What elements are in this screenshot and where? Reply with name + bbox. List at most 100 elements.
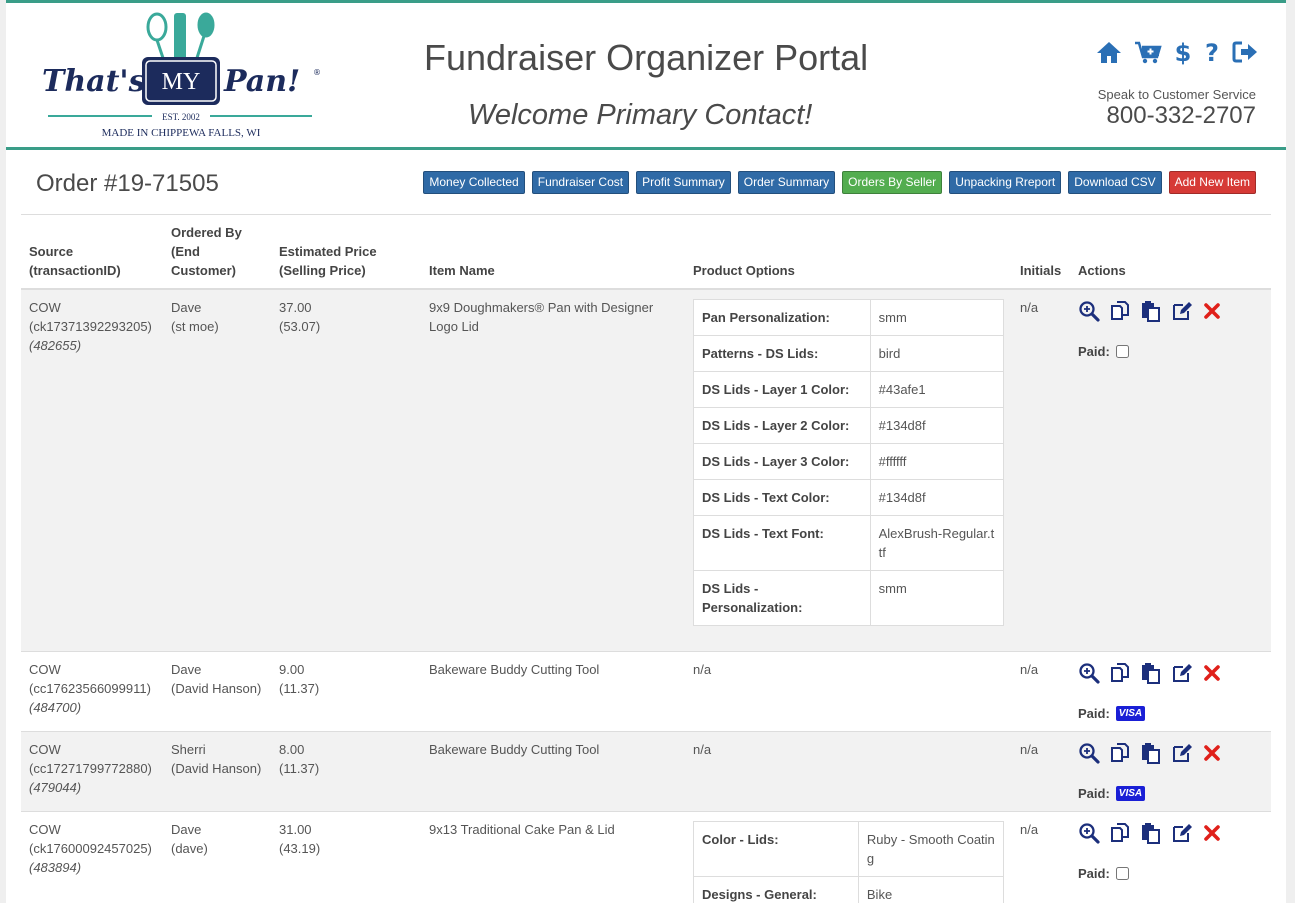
view-details-icon[interactable]	[1078, 300, 1100, 322]
copy-icon[interactable]	[1109, 300, 1131, 322]
table-row: COW (cc17623566099911) (484700) Dave (David …	[21, 651, 1271, 732]
paid-checkbox[interactable]	[1115, 345, 1129, 358]
cell-product-options: n/a	[685, 651, 1012, 732]
estimated-price: 37.00	[279, 300, 312, 315]
product-option-value: smm	[869, 570, 1005, 626]
help-icon[interactable]: ?	[1204, 39, 1220, 70]
order-item-id: (479044)	[29, 780, 82, 795]
product-option-row: Color - Lids: Ruby - Smooth Coating	[693, 821, 1005, 877]
product-option-name: DS Lids - Layer 3 Color:	[693, 443, 871, 480]
initials-value: n/a	[1020, 822, 1039, 837]
product-option-row: Pan Personalization: smm	[693, 299, 1005, 336]
source-name: COW	[29, 822, 61, 837]
logout-icon[interactable]	[1232, 40, 1258, 69]
order-title: Order #19-71505	[36, 170, 219, 197]
cell-actions: Paid: VISA	[1070, 651, 1271, 732]
table-row: COW (cc17271799772880) (479044) Sherri (Davi…	[21, 731, 1271, 812]
welcome-message: Welcome Primary Contact!	[468, 99, 813, 131]
delete-icon[interactable]	[1202, 663, 1222, 683]
view-details-icon[interactable]	[1078, 742, 1100, 764]
cell-price: 31.00 (43.19)	[271, 811, 421, 903]
column-header-initials[interactable]: Initials	[1012, 214, 1070, 290]
paste-icon[interactable]	[1140, 662, 1162, 684]
copy-icon[interactable]	[1109, 662, 1131, 684]
product-option-row: DS Lids - Text Color: #134d8f	[693, 479, 1005, 516]
estimated-price: 8.00	[279, 742, 305, 757]
cart-add-icon[interactable]	[1134, 40, 1162, 69]
edit-icon[interactable]	[1171, 300, 1193, 322]
portal-title: Fundraiser Organizer Portal	[424, 37, 869, 78]
unpacking-report-button[interactable]: Unpacking Rreport	[949, 171, 1062, 194]
transaction-id: (cc17623566099911)	[29, 681, 151, 696]
delete-icon[interactable]	[1202, 743, 1222, 763]
home-icon[interactable]	[1096, 40, 1122, 69]
add-new-item-button[interactable]: Add New Item	[1168, 171, 1256, 194]
item-name: Bakeware Buddy Cutting Tool	[429, 662, 600, 677]
customer-service-label: Speak to Customer Service	[1097, 87, 1256, 102]
selling-price: (11.37)	[279, 681, 320, 696]
column-header-ordered-by[interactable]: Ordered By (End Customer)	[163, 214, 271, 290]
product-option-value: Bike	[857, 876, 1005, 903]
source-name: COW	[29, 662, 61, 677]
product-option-name: DS Lids - Text Color:	[693, 479, 871, 516]
delete-icon[interactable]	[1202, 301, 1222, 321]
order-item-id: (483894)	[29, 860, 82, 875]
edit-icon[interactable]	[1171, 742, 1193, 764]
svg-text:$: $	[1175, 39, 1192, 65]
paste-icon[interactable]	[1140, 742, 1162, 764]
edit-icon[interactable]	[1171, 822, 1193, 844]
product-option-name: DS Lids - Layer 1 Color:	[693, 371, 871, 408]
product-options-text: n/a	[693, 742, 712, 757]
svg-text:®: ®	[313, 68, 321, 77]
money-collected-button[interactable]: Money Collected	[423, 171, 525, 194]
view-details-icon[interactable]	[1078, 662, 1100, 684]
download-csv-button[interactable]: Download CSV	[1068, 171, 1162, 194]
product-options-table: Color - Lids: Ruby - Smooth Coating Design…	[693, 821, 1005, 903]
column-header-item-name[interactable]: Item Name	[421, 214, 685, 290]
column-header-price[interactable]: Estimated Price (Selling Price)	[271, 214, 421, 290]
orders-table-wrap: Source (transactionID) Ordered By (End C…	[21, 214, 1271, 903]
customer-service-phone[interactable]: 800-332-2707	[1107, 102, 1256, 130]
profit-summary-button[interactable]: Profit Summary	[636, 171, 731, 194]
product-options-table: Pan Personalization: smm Patterns - DS Lid…	[693, 299, 1005, 626]
dollar-icon[interactable]: $	[1174, 39, 1192, 70]
copy-icon[interactable]	[1109, 742, 1131, 764]
end-customer: (David Hanson)	[171, 761, 262, 776]
report-toolbar: Money Collected Fundraiser Cost Profit S…	[423, 171, 1256, 194]
paid-checkbox[interactable]	[1115, 867, 1129, 880]
source-name: COW	[29, 742, 61, 757]
paste-icon[interactable]	[1140, 300, 1162, 322]
product-option-name: DS Lids - Layer 2 Color:	[693, 407, 871, 444]
product-option-name: Patterns - DS Lids:	[693, 335, 871, 372]
product-option-row: DS Lids - Personalization: smm	[693, 570, 1005, 626]
product-option-row: DS Lids - Layer 3 Color: #ffffff	[693, 443, 1005, 480]
cell-product-options: Pan Personalization: smm Patterns - DS Lid…	[685, 288, 1012, 652]
transaction-id: (ck17371392293205)	[29, 319, 152, 334]
cell-price: 8.00 (11.37)	[271, 731, 421, 812]
fundraiser-cost-button[interactable]: Fundraiser Cost	[531, 171, 630, 194]
seller-name: Dave	[171, 300, 202, 315]
column-header-product-options[interactable]: Product Options	[685, 214, 1012, 290]
copy-icon[interactable]	[1109, 822, 1131, 844]
paid-label: Paid:	[1078, 706, 1110, 721]
brand-logo[interactable]: MY That's Pan! ® EST. 2002 MADE IN CHIPP…	[34, 9, 324, 139]
cell-actions: Paid:	[1070, 811, 1271, 903]
delete-icon[interactable]	[1202, 823, 1222, 843]
product-option-row: Designs - General: Bike	[693, 876, 1005, 903]
column-header-actions: Actions	[1070, 214, 1271, 290]
paid-label: Paid:	[1078, 866, 1110, 881]
cell-initials: n/a	[1012, 811, 1070, 903]
edit-icon[interactable]	[1171, 662, 1193, 684]
view-details-icon[interactable]	[1078, 822, 1100, 844]
table-header-row: Source (transactionID) Ordered By (End C…	[21, 214, 1271, 290]
product-option-row: DS Lids - Layer 2 Color: #134d8f	[693, 407, 1005, 444]
paid-label: Paid:	[1078, 344, 1110, 359]
paid-status: Paid: VISA	[1078, 784, 1263, 803]
cell-product-options: n/a	[685, 731, 1012, 812]
column-header-source[interactable]: Source (transactionID)	[21, 214, 163, 290]
product-option-row: DS Lids - Layer 1 Color: #43afe1	[693, 371, 1005, 408]
orders-by-seller-button[interactable]: Orders By Seller	[842, 171, 943, 194]
paste-icon[interactable]	[1140, 822, 1162, 844]
table-row: COW (ck17600092457025) (483894) Dave (dave) 3…	[21, 811, 1271, 903]
order-summary-button[interactable]: Order Summary	[737, 171, 836, 194]
